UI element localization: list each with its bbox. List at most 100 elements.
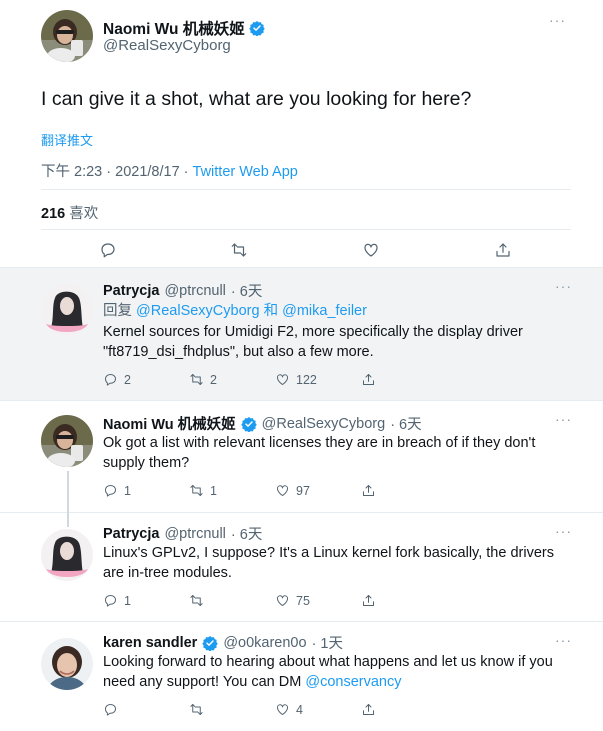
likes-summary[interactable]: 216 喜欢	[41, 202, 98, 223]
verified-icon	[249, 20, 265, 36]
tweet-text: I can give it a shot, what are you looki…	[41, 88, 472, 110]
share-icon	[363, 374, 374, 385]
like-icon	[277, 374, 288, 385]
mention-link[interactable]: @RealSexyCyborg	[136, 303, 260, 319]
reply-button[interactable]: 1	[103, 483, 189, 498]
tweet-source-link[interactable]: Twitter Web App	[193, 164, 298, 180]
like-icon	[277, 704, 288, 715]
tweet-timestamp: 下午 2:23 · 2021/8/17 · Twitter Web App	[41, 160, 298, 181]
reply-count: 1	[124, 593, 131, 608]
author-handle[interactable]: @RealSexyCyborg	[262, 416, 386, 432]
more-options-icon[interactable]: ···	[555, 632, 572, 648]
reply-button[interactable]: 1	[103, 593, 189, 608]
like-icon	[277, 595, 288, 606]
share-button[interactable]	[361, 593, 447, 608]
retweet-button[interactable]: 1	[189, 483, 275, 498]
display-name[interactable]: karen sandler	[103, 635, 197, 651]
author-handle[interactable]: @ptrcnull	[164, 283, 225, 299]
share-icon[interactable]	[494, 241, 512, 259]
display-name[interactable]: Naomi Wu 机械妖姬	[103, 413, 236, 434]
reply-tweet[interactable]: Patrycja @ptrcnull · 6天 ··· 回复 @RealSexy…	[0, 268, 603, 401]
reply-tweet[interactable]: Naomi Wu 机械妖姬 @RealSexyCyborg · 6天 ··· O…	[0, 401, 603, 513]
tweet-age[interactable]: · 6天	[231, 523, 262, 544]
tweet-actions: 1 75	[103, 593, 447, 608]
tweet-text: Linux's GPLv2, I suppose? It's a Linux k…	[103, 545, 554, 581]
like-count: 97	[296, 483, 310, 498]
like-count: 122	[296, 372, 317, 387]
reply-button[interactable]	[103, 702, 189, 717]
divider	[41, 229, 571, 230]
translate-tweet-link[interactable]: 翻译推文	[41, 130, 93, 149]
like-icon	[277, 485, 288, 496]
thread-connector	[67, 471, 69, 513]
tweet-time[interactable]: 下午 2:23 · 2021/8/17 ·	[41, 164, 193, 180]
share-button[interactable]	[361, 372, 447, 387]
tweet-text: Looking forward to hearing about what ha…	[103, 652, 573, 692]
share-icon	[363, 704, 374, 715]
mention-link[interactable]: @conservancy	[305, 674, 401, 690]
like-button[interactable]: 75	[275, 593, 361, 608]
more-options-icon[interactable]: ···	[555, 411, 572, 427]
avatar[interactable]	[41, 284, 93, 336]
retweet-icon	[190, 704, 203, 715]
retweet-button[interactable]: 2	[189, 372, 275, 387]
tweet-text: Ok got a list with relevant licenses the…	[103, 435, 536, 471]
tweet-age[interactable]: · 6天	[390, 413, 421, 434]
author-handle[interactable]: @ptrcnull	[164, 526, 225, 542]
reply-header: karen sandler @o0karen0o · 1天	[103, 632, 343, 653]
avatar[interactable]	[41, 638, 93, 690]
avatar[interactable]	[41, 415, 93, 467]
share-button[interactable]	[361, 702, 447, 717]
display-name[interactable]: Patrycja	[103, 283, 159, 299]
like-count: 75	[296, 593, 310, 608]
retweet-count: 1	[210, 483, 217, 498]
tweet-age[interactable]: · 1天	[312, 632, 343, 653]
like-count: 4	[296, 702, 303, 717]
replying-to: 回复 @RealSexyCyborg 和 @mika_feiler	[103, 299, 367, 320]
reply-count: 2	[124, 372, 131, 387]
reply-count: 1	[124, 483, 131, 498]
more-options-icon[interactable]: ···	[549, 12, 566, 28]
share-button[interactable]	[361, 483, 447, 498]
like-button[interactable]: 4	[275, 702, 361, 717]
mention-link[interactable]: @mika_feiler	[282, 303, 367, 319]
share-icon	[363, 485, 374, 496]
main-tweet: Naomi Wu 机械妖姬 @RealSexyCyborg ··· I can …	[0, 0, 603, 268]
author-handle[interactable]: @RealSexyCyborg	[103, 37, 231, 54]
retweet-count: 2	[210, 372, 217, 387]
reply-header: Naomi Wu 机械妖姬 @RealSexyCyborg · 6天	[103, 413, 422, 434]
like-icon[interactable]	[362, 241, 380, 259]
display-name[interactable]: Naomi Wu 机械妖姬	[103, 17, 245, 39]
like-button[interactable]: 122	[275, 372, 361, 387]
author-name[interactable]: Naomi Wu 机械妖姬	[103, 17, 265, 39]
reply-icon	[105, 485, 116, 497]
reply-icon	[105, 704, 116, 716]
avatar[interactable]	[41, 529, 93, 581]
more-options-icon[interactable]: ···	[555, 278, 572, 294]
reply-tweet[interactable]: karen sandler @o0karen0o · 1天 ··· Lookin…	[0, 622, 603, 731]
reply-button[interactable]: 2	[103, 372, 189, 387]
more-options-icon[interactable]: ···	[555, 523, 572, 539]
reply-header: Patrycja @ptrcnull · 6天	[103, 280, 262, 301]
tweet-text: Kernel sources for Umidigi F2, more spec…	[103, 324, 523, 360]
retweet-icon	[190, 485, 203, 496]
avatar[interactable]	[41, 10, 93, 62]
retweet-button[interactable]	[189, 593, 275, 608]
display-name[interactable]: Patrycja	[103, 526, 159, 542]
reply-icon	[105, 595, 116, 607]
like-button[interactable]: 97	[275, 483, 361, 498]
verified-icon	[202, 635, 219, 651]
reply-tweet[interactable]: Patrycja @ptrcnull · 6天 ··· Linux's GPLv…	[0, 513, 603, 622]
reply-icon	[105, 374, 116, 386]
tweet-actions: 2 2 122	[103, 372, 447, 387]
tweet-age[interactable]: · 6天	[231, 280, 262, 301]
author-handle[interactable]: @o0karen0o	[223, 635, 306, 651]
reply-header: Patrycja @ptrcnull · 6天	[103, 523, 262, 544]
verified-icon	[240, 416, 257, 432]
reply-joiner: 和	[259, 303, 283, 319]
reply-icon[interactable]	[99, 241, 117, 259]
tweet-actions: 1 1 97	[103, 483, 447, 498]
retweet-icon[interactable]	[230, 241, 248, 259]
like-count: 216	[41, 206, 66, 222]
retweet-button[interactable]	[189, 702, 275, 717]
